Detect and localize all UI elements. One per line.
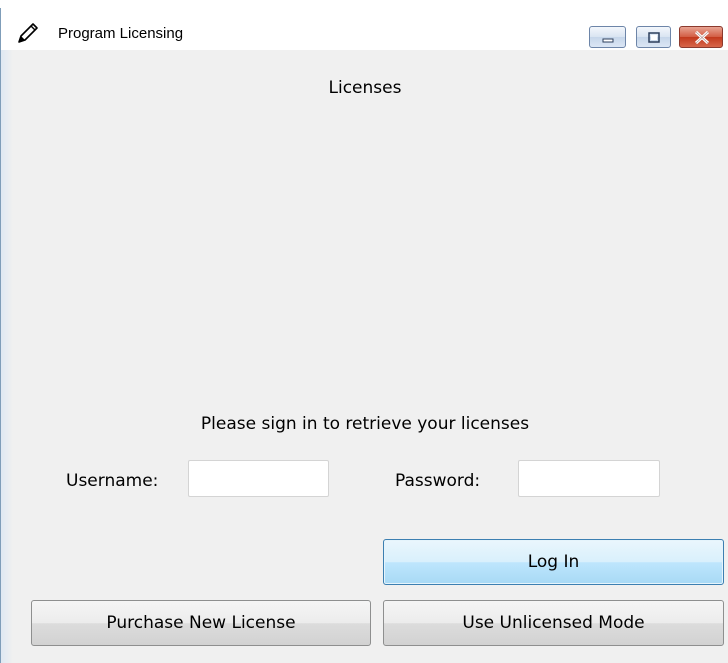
- close-icon: [694, 30, 710, 45]
- sign-in-prompt: Please sign in to retrieve your licenses: [200, 414, 530, 434]
- window-frame-edge: [1, 50, 13, 663]
- username-input[interactable]: [188, 460, 329, 497]
- minimize-icon: [602, 38, 614, 43]
- password-label: Password:: [395, 471, 481, 491]
- maximize-button[interactable]: [636, 26, 671, 48]
- password-input[interactable]: [518, 460, 660, 497]
- licenses-heading: Licenses: [328, 78, 402, 98]
- licensing-window: Program Licensing Licenses Please sign i…: [0, 8, 728, 663]
- window-title: Program Licensing: [58, 25, 184, 42]
- maximize-icon: [648, 32, 660, 43]
- purchase-new-license-button[interactable]: Purchase New License: [31, 600, 371, 646]
- minimize-button[interactable]: [589, 26, 626, 48]
- use-unlicensed-mode-button[interactable]: Use Unlicensed Mode: [383, 600, 724, 646]
- log-in-button[interactable]: Log In: [383, 539, 724, 585]
- pen-icon: [16, 22, 40, 44]
- close-button[interactable]: [679, 26, 723, 48]
- username-label: Username:: [66, 471, 159, 491]
- title-bar[interactable]: Program Licensing: [1, 8, 728, 50]
